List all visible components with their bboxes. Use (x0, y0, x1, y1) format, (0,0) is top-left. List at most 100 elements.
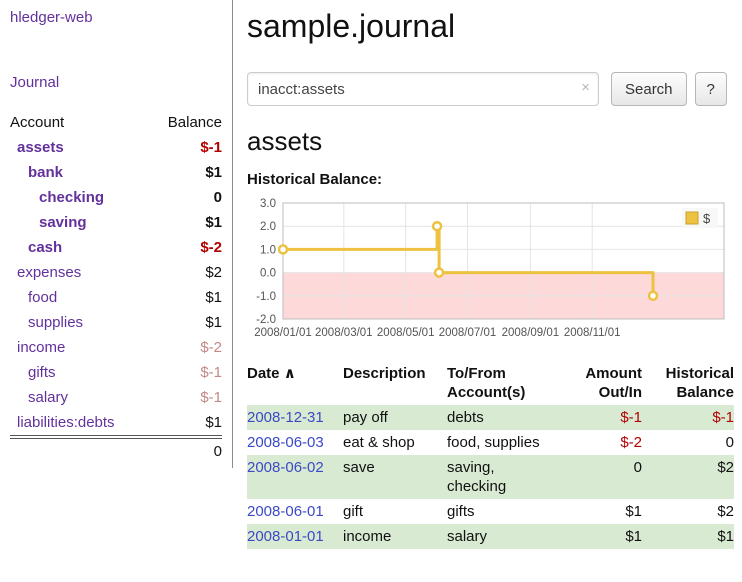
transaction-accounts: saving, checking (447, 455, 562, 499)
transaction-amount: $-1 (562, 405, 642, 430)
transaction-balance: 0 (642, 430, 734, 455)
transaction-amount: $-2 (562, 430, 642, 455)
transaction-accounts: gifts (447, 499, 562, 524)
transaction-date-link[interactable]: 2008-01-01 (247, 528, 324, 545)
account-balance: $1 (150, 410, 222, 437)
register-row: 2008-06-02 save saving, checking 0 $2 (247, 455, 734, 499)
main-content: sample.journal × Search ? assets Histori… (233, 0, 742, 559)
account-row: checking 0 (10, 185, 222, 210)
column-header-balance: Historical Balance (642, 361, 734, 405)
search-input-wrap: × (247, 72, 599, 106)
search-bar: × Search ? (247, 72, 736, 106)
account-balance: $-1 (150, 135, 222, 160)
transaction-description: gift (343, 499, 447, 524)
svg-text:-1.0: -1.0 (256, 291, 276, 303)
transaction-description: pay off (343, 405, 447, 430)
transaction-description: eat & shop (343, 430, 447, 455)
account-link-gifts[interactable]: gifts (28, 364, 56, 381)
account-row: saving $1 (10, 210, 222, 235)
search-button[interactable]: Search (611, 72, 687, 106)
svg-text:1.0: 1.0 (260, 244, 276, 256)
register-row: 2008-01-01 income salary $1 $1 (247, 524, 734, 549)
account-row: bank $1 (10, 160, 222, 185)
chart-title: Historical Balance: (247, 171, 736, 188)
account-row: cash $-2 (10, 235, 222, 260)
account-link-cash[interactable]: cash (28, 239, 62, 256)
account-row: salary $-1 (10, 385, 222, 410)
transaction-accounts: salary (447, 524, 562, 549)
account-link-food[interactable]: food (28, 289, 57, 306)
sidebar: hledger-web Journal Account Balance asse… (0, 0, 233, 468)
account-balance: $1 (150, 285, 222, 310)
transaction-balance: $2 (642, 455, 734, 499)
svg-text:2.0: 2.0 (260, 221, 276, 233)
transaction-date-link[interactable]: 2008-12-31 (247, 409, 324, 426)
app-root: hledger-web Journal Account Balance asse… (0, 0, 742, 559)
clear-search-icon[interactable]: × (581, 79, 590, 97)
account-row: supplies $1 (10, 310, 222, 335)
register-row: 2008-12-31 pay off debts $-1 $-1 (247, 405, 734, 430)
account-link-saving[interactable]: saving (39, 214, 87, 231)
account-balance: $-2 (150, 335, 222, 360)
svg-text:$: $ (703, 211, 711, 226)
app-title-link[interactable]: hledger-web (10, 9, 93, 26)
date-header-label: Date (247, 365, 280, 382)
svg-text:0.0: 0.0 (260, 268, 276, 280)
account-balance: $1 (150, 160, 222, 185)
account-balance: $1 (150, 210, 222, 235)
sort-ascending-icon[interactable]: ∧ (284, 365, 296, 382)
transaction-accounts: debts (447, 405, 562, 430)
brand: hledger-web (10, 8, 222, 28)
column-header-date[interactable]: Date ∧ (247, 361, 343, 405)
column-header-amount: Amount Out/In (562, 361, 642, 405)
transaction-balance: $2 (642, 499, 734, 524)
account-heading: assets (247, 126, 736, 157)
transaction-date-link[interactable]: 2008-06-03 (247, 434, 324, 451)
account-link-supplies[interactable]: supplies (28, 314, 83, 331)
account-row: assets $-1 (10, 135, 222, 160)
transaction-accounts: food, supplies (447, 430, 562, 455)
transaction-amount: $1 (562, 499, 642, 524)
account-balance: $1 (150, 310, 222, 335)
svg-text:2008/01/01: 2008/01/01 (254, 327, 312, 339)
svg-text:2008/07/01: 2008/07/01 (439, 327, 497, 339)
transaction-description: save (343, 455, 447, 499)
register-header-row: Date ∧ Description To/From Account(s) Am… (247, 361, 734, 405)
account-balance: $-2 (150, 235, 222, 260)
account-balance: 0 (150, 185, 222, 210)
account-link-salary[interactable]: salary (28, 389, 68, 406)
svg-text:2008/11/01: 2008/11/01 (564, 327, 621, 339)
account-row: liabilities:debts $1 (10, 410, 222, 437)
accounts-header-row: Account Balance (10, 110, 222, 135)
search-input[interactable] (247, 72, 599, 106)
accounts-table: Account Balance assets $-1 bank $1 check… (10, 110, 222, 464)
transaction-description: income (343, 524, 447, 549)
svg-text:-2.0: -2.0 (256, 314, 276, 326)
account-row: gifts $-1 (10, 360, 222, 385)
account-link-assets[interactable]: assets (17, 139, 64, 156)
register-row: 2008-06-01 gift gifts $1 $2 (247, 499, 734, 524)
sidebar-item-journal[interactable]: Journal (10, 74, 59, 91)
svg-text:2008/03/01: 2008/03/01 (315, 327, 373, 339)
register-table: Date ∧ Description To/From Account(s) Am… (247, 361, 734, 549)
historical-balance-chart[interactable]: 3.0 2.0 1.0 0.0 -1.0 -2.02008/01/012008/03/01… (247, 195, 734, 347)
transaction-date-link[interactable]: 2008-06-01 (247, 503, 324, 520)
account-link-liabilities-debts[interactable]: liabilities:debts (17, 414, 115, 431)
account-link-checking[interactable]: checking (39, 189, 104, 206)
column-header-accounts: To/From Account(s) (447, 361, 562, 405)
account-row: food $1 (10, 285, 222, 310)
svg-text:3.0: 3.0 (260, 198, 276, 210)
transaction-amount: 0 (562, 455, 642, 499)
transaction-balance: $-1 (642, 405, 734, 430)
page-title: sample.journal (247, 8, 736, 45)
account-row: expenses $2 (10, 260, 222, 285)
transaction-amount: $1 (562, 524, 642, 549)
account-link-income[interactable]: income (17, 339, 65, 356)
account-link-bank[interactable]: bank (28, 164, 63, 181)
account-row: income $-2 (10, 335, 222, 360)
svg-text:2008/05/01: 2008/05/01 (377, 327, 435, 339)
account-link-expenses[interactable]: expenses (17, 264, 81, 281)
help-button[interactable]: ? (695, 72, 727, 106)
accounts-header-account: Account (10, 110, 150, 135)
transaction-date-link[interactable]: 2008-06-02 (247, 459, 324, 476)
